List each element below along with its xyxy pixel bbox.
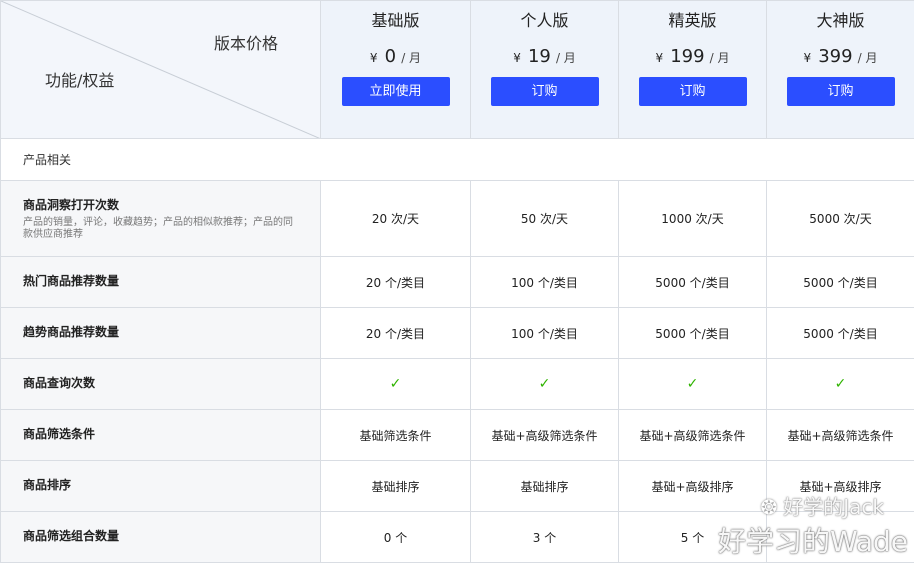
subscribe-button-personal[interactable]: 订购 — [491, 77, 599, 106]
plan-price: ¥ 0 / 月 — [321, 46, 470, 68]
price-column-label: 版本价格 — [214, 30, 278, 54]
feature-value: 20 个/类目 — [321, 308, 471, 359]
section-row: 产品相关 — [1, 139, 914, 181]
plan-price: ¥ 399 / 月 — [767, 46, 914, 68]
feature-value: 基础+高级筛选条件 — [619, 410, 767, 461]
price-amount: 19 — [528, 46, 551, 67]
table-row: 趋势商品推荐数量 20 个/类目 100 个/类目 5000 个/类目 5000… — [1, 308, 914, 359]
feature-value: 100 个/类目 — [471, 308, 619, 359]
feature-label-cell: 商品筛选组合数量 — [1, 512, 321, 563]
table-row: 商品查询次数 ✓ ✓ ✓ ✓ — [1, 359, 914, 410]
feature-value: 基础筛选条件 — [321, 410, 471, 461]
use-now-button[interactable]: 立即使用 — [342, 77, 450, 106]
feature-value: 5000 次/天 — [767, 181, 914, 257]
feature-value: 5000 个/类目 — [767, 308, 914, 359]
price-amount: 199 — [670, 46, 704, 67]
subscribe-button-master[interactable]: 订购 — [787, 77, 895, 106]
table-row: 商品洞察打开次数 产品的销量，评论，收藏趋势；产品的相似款推荐；产品的同款供应商… — [1, 181, 914, 257]
price-period: / 月 — [401, 51, 421, 65]
feature-name: 商品排序 — [23, 476, 298, 493]
feature-value: 5 个 — [619, 512, 767, 563]
check-icon: ✓ — [390, 376, 402, 392]
table-row: 商品筛选条件 基础筛选条件 基础+高级筛选条件 基础+高级筛选条件 基础+高级筛… — [1, 410, 914, 461]
plan-basic: 基础版 ¥ 0 / 月 立即使用 — [321, 1, 471, 139]
table-row: 热门商品推荐数量 20 个/类目 100 个/类目 5000 个/类目 5000… — [1, 257, 914, 308]
check-icon: ✓ — [687, 376, 699, 392]
check-cell: ✓ — [619, 359, 767, 410]
feature-label-cell: 商品查询次数 — [1, 359, 321, 410]
plan-name: 基础版 — [321, 11, 470, 31]
plan-name: 个人版 — [471, 11, 618, 31]
pricing-page: 版本价格 功能/权益 基础版 ¥ 0 / 月 立即使用 个人版 ¥ 19 / 月… — [0, 0, 914, 562]
check-cell: ✓ — [767, 359, 914, 410]
table-row: 商品排序 基础排序 基础排序 基础+高级排序 基础+高级排序 — [1, 461, 914, 512]
check-cell: ✓ — [321, 359, 471, 410]
header-row: 版本价格 功能/权益 基础版 ¥ 0 / 月 立即使用 个人版 ¥ 19 / 月… — [1, 1, 914, 139]
plan-price: ¥ 199 / 月 — [619, 46, 766, 68]
feature-name: 热门商品推荐数量 — [23, 272, 298, 289]
feature-name: 商品洞察打开次数 — [23, 196, 298, 213]
feature-label-cell: 商品排序 — [1, 461, 321, 512]
plan-master: 大神版 ¥ 399 / 月 订购 — [767, 1, 914, 139]
price-amount: 399 — [818, 46, 852, 67]
feature-name: 趋势商品推荐数量 — [23, 323, 298, 340]
plan-elite: 精英版 ¥ 199 / 月 订购 — [619, 1, 767, 139]
feature-value: 5000 个/类目 — [767, 257, 914, 308]
feature-value: 50 次/天 — [471, 181, 619, 257]
section-title: 产品相关 — [1, 139, 914, 181]
plan-personal: 个人版 ¥ 19 / 月 订购 — [471, 1, 619, 139]
feature-label-cell: 热门商品推荐数量 — [1, 257, 321, 308]
currency-symbol: ¥ — [655, 51, 663, 65]
check-icon: ✓ — [539, 376, 551, 392]
table-row: 商品筛选组合数量 0 个 3 个 5 个 — [1, 512, 914, 563]
feature-value: 基础排序 — [321, 461, 471, 512]
check-cell: ✓ — [471, 359, 619, 410]
currency-symbol: ¥ — [803, 51, 811, 65]
price-period: / 月 — [710, 51, 730, 65]
feature-value — [767, 512, 914, 563]
feature-value: 基础排序 — [471, 461, 619, 512]
feature-label-cell: 趋势商品推荐数量 — [1, 308, 321, 359]
pricing-table: 版本价格 功能/权益 基础版 ¥ 0 / 月 立即使用 个人版 ¥ 19 / 月… — [0, 0, 914, 563]
check-icon: ✓ — [835, 376, 847, 392]
feature-value: 基础+高级筛选条件 — [767, 410, 914, 461]
feature-value: 5000 个/类目 — [619, 308, 767, 359]
feature-name: 商品查询次数 — [23, 374, 298, 391]
currency-symbol: ¥ — [513, 51, 521, 65]
feature-value: 3 个 — [471, 512, 619, 563]
feature-value: 1000 次/天 — [619, 181, 767, 257]
table-corner: 版本价格 功能/权益 — [1, 1, 321, 139]
feature-value: 100 个/类目 — [471, 257, 619, 308]
plan-name: 精英版 — [619, 11, 766, 31]
feature-value: 基础+高级筛选条件 — [471, 410, 619, 461]
feature-description: 产品的销量，评论，收藏趋势；产品的相似款推荐；产品的同款供应商推荐 — [23, 217, 298, 241]
price-period: / 月 — [858, 51, 878, 65]
price-amount: 0 — [385, 46, 396, 67]
plan-price: ¥ 19 / 月 — [471, 46, 618, 68]
feature-value: 基础+高级排序 — [619, 461, 767, 512]
subscribe-button-elite[interactable]: 订购 — [639, 77, 747, 106]
feature-label-cell: 商品洞察打开次数 产品的销量，评论，收藏趋势；产品的相似款推荐；产品的同款供应商… — [1, 181, 321, 257]
feature-name: 商品筛选组合数量 — [23, 527, 298, 544]
feature-value: 5000 个/类目 — [619, 257, 767, 308]
feature-value: 基础+高级排序 — [767, 461, 914, 512]
price-period: / 月 — [556, 51, 576, 65]
feature-label-cell: 商品筛选条件 — [1, 410, 321, 461]
feature-value: 20 个/类目 — [321, 257, 471, 308]
feature-column-label: 功能/权益 — [45, 67, 114, 91]
plan-name: 大神版 — [767, 11, 914, 31]
feature-value: 20 次/天 — [321, 181, 471, 257]
feature-value: 0 个 — [321, 512, 471, 563]
currency-symbol: ¥ — [370, 51, 378, 65]
feature-name: 商品筛选条件 — [23, 425, 298, 442]
